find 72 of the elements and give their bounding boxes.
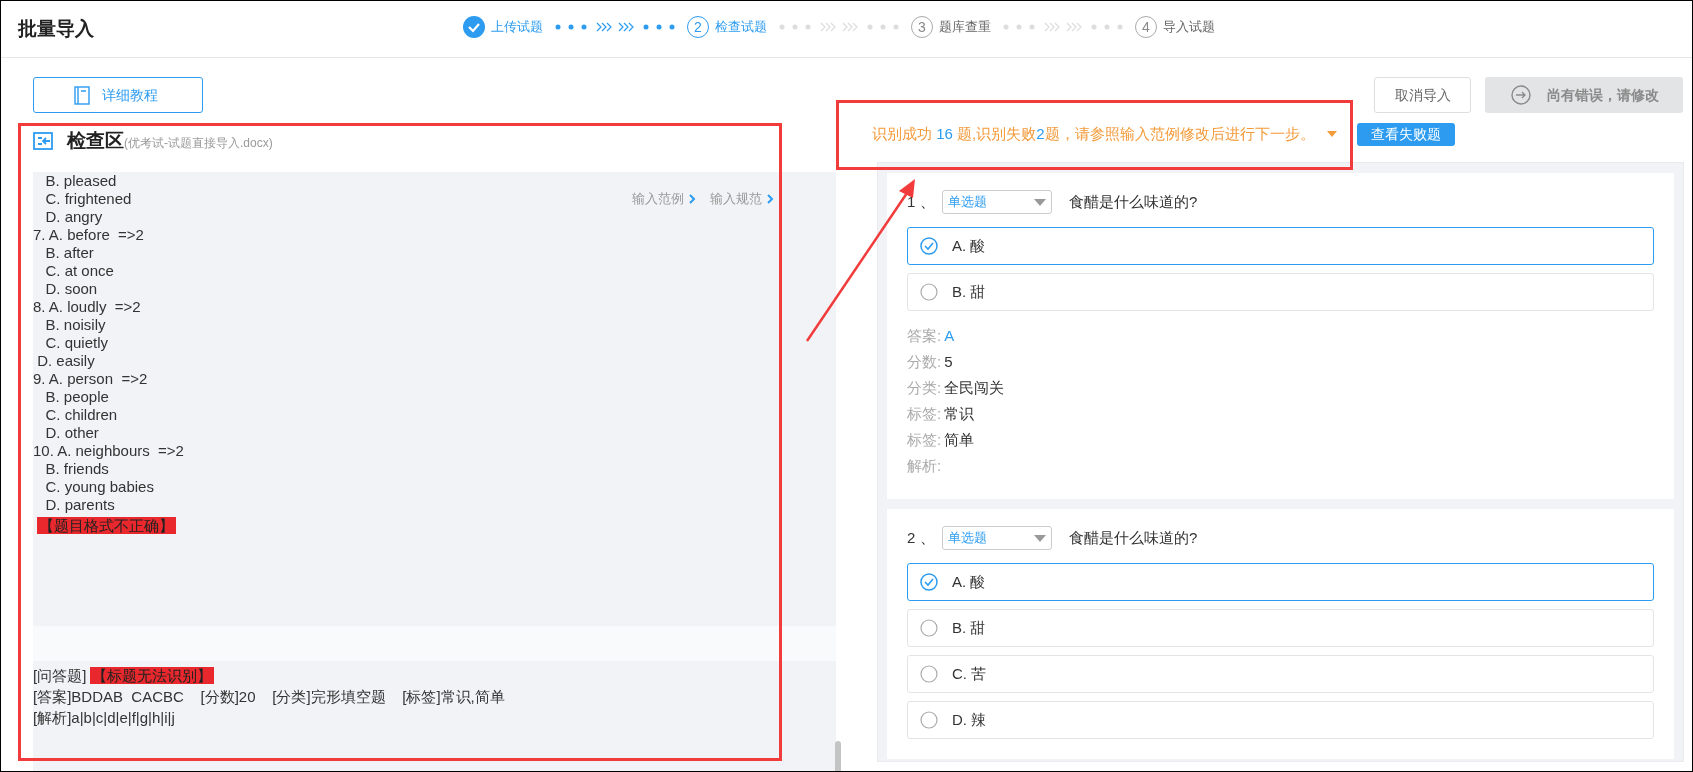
question-text: 食醋是什么味道的?	[1069, 527, 1198, 548]
field-label: 答案:	[907, 326, 942, 346]
field-label: 解析:	[907, 456, 942, 476]
code-line: 10. A. neighbours =>2	[33, 442, 184, 460]
code-line: C. young babies	[44, 478, 154, 496]
field-value: 常识	[944, 404, 975, 424]
field-label: 分数:	[907, 352, 942, 372]
code-line: D. easily	[36, 352, 95, 370]
radio-icon	[920, 711, 938, 729]
page-title: 批量导入	[18, 16, 94, 41]
code-line: B. pleased	[44, 172, 117, 190]
code-line: D. angry	[44, 208, 103, 226]
import-panel-icon	[33, 132, 53, 150]
dropdown-caret-icon	[1034, 198, 1046, 206]
field-value: 5	[944, 352, 953, 372]
recognition-message: 识别成功 16 题,识别失败2题，请参照输入范例修改后进行下一步。	[872, 123, 1315, 144]
error-tag: 【标题无法识别】	[90, 667, 215, 684]
answer-option[interactable]: C. 苦	[907, 655, 1654, 693]
code-line: [解析]a|b|c|d|e|f|g|h|i|j	[33, 708, 175, 728]
code-line: C. at once	[44, 262, 114, 280]
answer-option[interactable]: D. 辣	[907, 701, 1654, 739]
code-line: C. quietly	[44, 334, 109, 352]
arrow-circle-icon	[1511, 85, 1531, 105]
radio-icon	[920, 665, 938, 683]
answer-option[interactable]: B. 甜	[907, 609, 1654, 647]
step-connector-icon	[555, 22, 675, 32]
code-line: [答案]BDDAB CACBC [分数]20 [分类]完形填空题 [标签]常识,简单	[33, 687, 505, 707]
field-value: 简单	[944, 430, 975, 450]
field-label: 标签:	[907, 430, 942, 450]
code-line: 7. A. before =>2	[33, 226, 144, 244]
field-label: 标签:	[907, 404, 942, 424]
book-icon	[74, 85, 90, 105]
radio-icon	[920, 619, 938, 637]
step-label: 上传试题	[491, 18, 543, 37]
answer-option[interactable]: B. 甜	[907, 273, 1654, 311]
step-label: 题库查重	[939, 18, 991, 37]
code-line: 9. A. person =>2	[33, 370, 148, 388]
caret-icon	[1326, 131, 1337, 137]
scrollbar-thumb	[835, 741, 841, 771]
question-text: 食醋是什么味道的?	[1069, 191, 1198, 212]
step-label: 检查试题	[715, 18, 767, 37]
panel-title: 检查区	[67, 128, 124, 153]
code-line: C. frightened	[44, 190, 132, 208]
code-line: 8. A. loudly =>2	[33, 298, 141, 316]
question-number: 2 、	[907, 527, 936, 548]
field-value: A	[944, 326, 955, 346]
step-label: 导入试题	[1163, 18, 1215, 37]
answer-option[interactable]: A. 酸	[907, 227, 1654, 265]
chevron-right-icon	[689, 193, 696, 204]
question-type-text: [问答题]	[33, 666, 87, 686]
answer-option[interactable]: A. 酸	[907, 563, 1654, 601]
code-line: D. other	[44, 424, 99, 442]
radio-icon	[920, 283, 938, 301]
step-connector-icon	[1003, 22, 1123, 32]
radio-checked-icon	[920, 573, 938, 591]
code-line: C. children	[44, 406, 118, 424]
step-connector-icon	[779, 22, 899, 32]
question-number: 1 、	[907, 191, 936, 212]
file-name: (优考试-试题直接导入.docx)	[124, 136, 273, 152]
code-line: D. parents	[44, 496, 115, 514]
code-line: B. noisily	[44, 316, 106, 334]
code-line: D. soon	[44, 280, 98, 298]
code-line: B. people	[44, 388, 109, 406]
field-label: 分类:	[907, 378, 942, 398]
code-line: B. friends	[44, 460, 109, 478]
field-value: 全民闯关	[944, 378, 1005, 398]
chevron-right-icon	[767, 193, 774, 204]
code-line: B. after	[44, 244, 94, 262]
error-tag: 【题目格式不正确】	[37, 517, 176, 534]
cancel-import-button[interactable]: 取消导入	[1374, 77, 1471, 113]
radio-checked-icon	[920, 237, 938, 255]
dropdown-caret-icon	[1034, 534, 1046, 542]
